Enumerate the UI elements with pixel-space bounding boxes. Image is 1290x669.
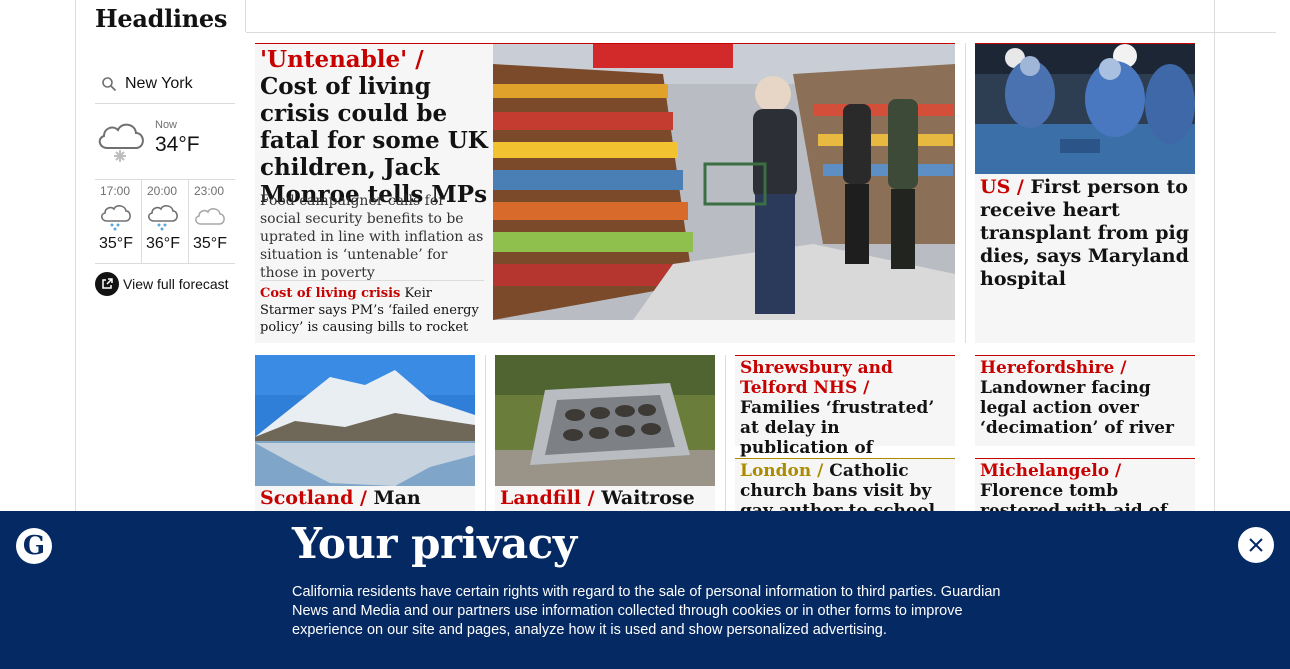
story-kicker: Herefordshire /	[980, 358, 1127, 378]
hour-temperature: 36°F	[146, 235, 180, 252]
external-link-icon	[95, 272, 119, 296]
story-headline-text: Landowner facing legal action over ‘deci…	[980, 378, 1174, 438]
lead-headline-text: Cost of living crisis could be fatal for…	[260, 73, 488, 208]
view-forecast-link[interactable]: View full forecast	[95, 272, 235, 296]
hourly-forecast: 17:00 35°F 20:00 36°F 23:00 35°F	[95, 180, 235, 264]
logo-letter: G	[22, 531, 46, 561]
story-headline[interactable]: Herefordshire / Landowner facing legal a…	[975, 356, 1195, 440]
privacy-banner: G Your privacy California residents have…	[0, 511, 1290, 669]
guardian-logo-icon: G	[16, 528, 52, 564]
story-card[interactable]: US / First person to receive heart trans…	[975, 43, 1195, 343]
story-card[interactable]: Shrewsbury and Telford NHS / Families ‘f…	[735, 355, 955, 498]
story-kicker: Shrewsbury and Telford NHS /	[740, 358, 893, 398]
weather-now: Now 34°F	[95, 104, 235, 180]
story-card[interactable]: Landfill / Waitrose and	[495, 355, 715, 532]
supermarket-photo	[493, 44, 955, 320]
forecast-hour: 23:00 35°F	[189, 180, 235, 263]
hour-time: 20:00	[147, 184, 178, 198]
mountain-photo	[255, 355, 475, 486]
now-temperature: 34°F	[155, 133, 200, 156]
related-link-kicker: Cost of living crisis	[260, 286, 401, 301]
now-label: Now	[155, 119, 178, 131]
story-kicker: Scotland /	[260, 487, 367, 509]
story-card[interactable]: Michelangelo / Florence tomb restored wi…	[975, 458, 1195, 541]
cloud-rain-icon	[148, 205, 178, 231]
weather-widget: New York Now 34°F 17:00 35°F 20:00 36°F …	[95, 64, 235, 296]
cloud-rain-icon	[101, 205, 131, 231]
story-kicker: Landfill /	[500, 487, 595, 509]
hour-temperature: 35°F	[99, 235, 133, 252]
related-link[interactable]: Cost of living crisis Keir Starmer says …	[260, 280, 484, 336]
location-search[interactable]: New York	[95, 64, 235, 104]
story-card[interactable]: London / Catholic church bans visit by g…	[735, 458, 955, 521]
story-kicker: US /	[980, 176, 1024, 198]
cloud-icon	[195, 208, 225, 225]
section-title: Headlines	[95, 4, 228, 33]
surgery-photo	[975, 43, 1195, 174]
divider	[485, 355, 486, 515]
forecast-link-label: View full forecast	[123, 276, 229, 292]
lead-headline[interactable]: 'Untenable' / Cost of living crisis coul…	[260, 46, 488, 208]
privacy-text: California residents have certain rights…	[292, 584, 1001, 638]
forecast-hour: 17:00 35°F	[95, 180, 142, 263]
story-kicker: Michelangelo /	[980, 461, 1122, 481]
story-headline[interactable]: US / First person to receive heart trans…	[975, 174, 1195, 293]
forecast-hour: 20:00 36°F	[142, 180, 189, 263]
lead-story-card[interactable]: 'Untenable' / Cost of living crisis coul…	[255, 43, 955, 343]
story-kicker: London /	[740, 461, 824, 481]
location-name: New York	[125, 74, 193, 92]
close-icon	[1249, 538, 1263, 552]
disposable-bbq-photo	[495, 355, 715, 486]
lead-kicker: 'Untenable' /	[260, 46, 424, 73]
close-button[interactable]	[1238, 527, 1274, 563]
privacy-title: Your privacy	[292, 519, 577, 568]
story-card[interactable]: Scotland / Man dies	[255, 355, 475, 532]
cloud-snow-icon	[98, 123, 144, 162]
divider	[725, 355, 726, 515]
hour-temperature: 35°F	[193, 235, 227, 252]
divider	[246, 32, 1276, 33]
divider	[245, 0, 246, 32]
hour-time: 17:00	[100, 184, 131, 198]
lead-standfirst: Food campaigner calls for social securit…	[260, 193, 484, 281]
hour-time: 23:00	[194, 184, 225, 198]
search-icon	[102, 76, 117, 91]
divider	[965, 43, 966, 343]
story-card[interactable]: Herefordshire / Landowner facing legal a…	[975, 355, 1195, 446]
